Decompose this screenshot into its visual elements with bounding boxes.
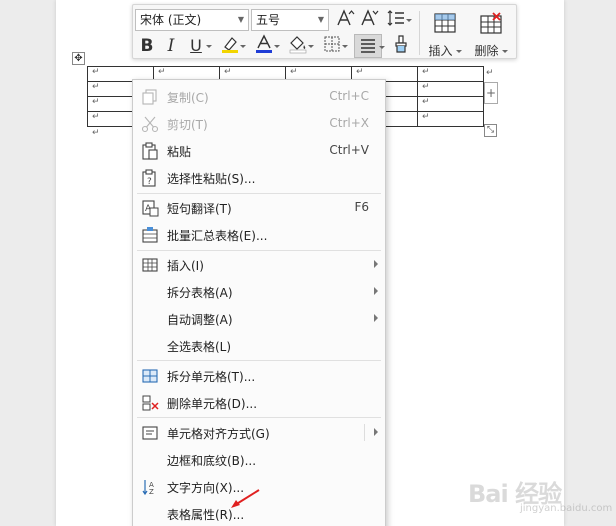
highlight-button[interactable]: [218, 34, 246, 58]
menu-separator: [137, 360, 381, 361]
scissors-icon: [141, 116, 159, 133]
menu-item-copy[interactable]: 复制(C) Ctrl+C: [133, 83, 385, 110]
batch-summary-icon: [142, 227, 158, 243]
svg-text:Z: Z: [149, 488, 154, 496]
submenu-arrow-icon: [374, 428, 378, 436]
menu-item-shortcut: Ctrl+C: [329, 89, 369, 103]
svg-text:?: ?: [147, 177, 152, 187]
menu-item-batch-summary[interactable]: 批量汇总表格(E)...: [133, 221, 385, 248]
annotation-arrow-icon: [231, 489, 260, 508]
menu-item-shortcut: F6: [354, 200, 369, 214]
menu-item-select-table[interactable]: 全选表格(L): [133, 332, 385, 359]
paste-icon: [142, 142, 158, 160]
menu-separator: [137, 417, 381, 418]
mini-toolbar: 宋体 (正文) ▼ 五号 ▼ B I U 插入 删除: [132, 4, 517, 59]
insert-label: 插入: [423, 42, 467, 59]
text-direction-icon: A Z: [142, 480, 154, 496]
delete-cells-icon: [142, 395, 159, 411]
table-insert-icon: [434, 13, 456, 33]
menu-item-label: 复制(C): [167, 91, 209, 105]
menu-item-label: 剪切(T): [167, 118, 208, 132]
underline-button[interactable]: U: [184, 34, 212, 58]
table-cell[interactable]: ↵: [417, 96, 484, 112]
menu-item-label: 拆分表格(A): [167, 286, 233, 300]
menu-item-label: 自动调整(A): [167, 313, 233, 327]
menu-item-paste[interactable]: 粘贴 Ctrl+V: [133, 137, 385, 164]
borders-button[interactable]: [320, 34, 348, 58]
menu-item-shortcut: Ctrl+V: [329, 143, 369, 157]
menu-item-delete-cells[interactable]: 删除单元格(D)...: [133, 389, 385, 416]
menu-item-label: 短句翻译(T): [167, 202, 232, 216]
menu-item-borders-shading[interactable]: 边框和底纹(B)...: [133, 446, 385, 473]
cell-alignment-icon: [142, 426, 158, 440]
context-menu: 复制(C) Ctrl+C 剪切(T) Ctrl+X 粘贴 Ctrl+V ? 选择…: [132, 79, 386, 526]
menu-item-label: 删除单元格(D)...: [167, 397, 258, 411]
menu-item-insert[interactable]: 插入(I): [133, 251, 385, 278]
grow-font-button[interactable]: [334, 8, 358, 32]
menu-item-auto-fit[interactable]: 自动调整(A): [133, 305, 385, 332]
delete-label: 删除: [469, 42, 513, 59]
border-grid-icon: [324, 36, 340, 52]
table-cell[interactable]: ↵: [417, 111, 484, 127]
menu-item-label: 粘贴: [167, 145, 192, 159]
menu-item-label: 插入(I): [167, 259, 204, 273]
shading-button[interactable]: [286, 34, 314, 58]
translate-icon: A: [142, 200, 159, 217]
chevron-down-icon: ▼: [237, 15, 244, 24]
table-move-handle[interactable]: ✥: [72, 52, 85, 65]
submenu-arrow-icon: [374, 314, 378, 322]
align-center-icon: [361, 39, 375, 53]
chevron-down-icon: ▼: [317, 15, 324, 24]
align-button[interactable]: [354, 34, 385, 58]
paint-bucket-icon: [289, 36, 307, 54]
menu-item-translate[interactable]: A 短句翻译(T) F6: [133, 194, 385, 221]
menu-item-label: 选择性粘贴(S)...: [167, 172, 256, 186]
submenu-arrow-icon: [374, 260, 378, 268]
table-delete-icon: [480, 12, 502, 34]
table-cell[interactable]: ↵: [417, 66, 484, 82]
paragraph-mark: ↵: [486, 68, 494, 78]
paragraph-mark: ↵: [92, 128, 100, 138]
menu-item-label: 边框和底纹(B)...: [167, 454, 257, 468]
menu-item-paste-special[interactable]: ? 选择性粘贴(S)...: [133, 164, 385, 191]
format-painter-button[interactable]: [389, 34, 413, 58]
submenu-arrow-icon: [374, 287, 378, 295]
menu-item-shortcut: Ctrl+X: [329, 116, 369, 130]
menu-item-cut[interactable]: 剪切(T) Ctrl+X: [133, 110, 385, 137]
delete-button[interactable]: 删除: [469, 9, 513, 59]
menu-item-label: 单元格对齐方式(G): [167, 427, 270, 441]
menu-item-split-cells[interactable]: 拆分单元格(T)...: [133, 362, 385, 389]
font-color-icon: [256, 34, 272, 53]
paste-special-icon: ?: [142, 169, 156, 187]
line-spacing-button[interactable]: [384, 8, 412, 32]
line-spacing-icon: [387, 10, 404, 26]
menu-item-label: 拆分单元格(T)...: [167, 370, 256, 384]
highlighter-icon: [222, 37, 238, 53]
font-name-select[interactable]: 宋体 (正文) ▼: [135, 9, 249, 31]
italic-button[interactable]: I: [159, 34, 183, 58]
font-size-value: 五号: [256, 13, 281, 27]
format-painter-icon: [395, 35, 407, 53]
menu-item-split-table[interactable]: 拆分表格(A): [133, 278, 385, 305]
shrink-font-icon: [361, 9, 379, 26]
watermark-url: jingyan.baidu.com: [520, 503, 613, 514]
font-size-select[interactable]: 五号 ▼: [251, 9, 329, 31]
submenu-divider: [364, 424, 365, 441]
split-cells-icon: [142, 369, 158, 383]
add-column-button[interactable]: +: [484, 82, 498, 104]
table-cell[interactable]: ↵: [417, 81, 484, 97]
table-resize-handle[interactable]: ⤡: [484, 124, 497, 137]
bold-button[interactable]: B: [135, 34, 159, 58]
grow-font-icon: [337, 9, 355, 26]
font-name-value: 宋体 (正文): [140, 13, 202, 27]
menu-item-label: 批量汇总表格(E)...: [167, 229, 268, 243]
table-insert-icon: [142, 258, 158, 272]
menu-item-cell-alignment[interactable]: 单元格对齐方式(G): [133, 419, 385, 446]
menu-item-label: 全选表格(L): [167, 340, 232, 354]
toolbar-separator: [419, 11, 420, 55]
font-color-button[interactable]: [252, 34, 280, 58]
insert-button[interactable]: 插入: [423, 9, 467, 59]
shrink-font-button[interactable]: [358, 8, 382, 32]
copy-icon: [142, 89, 157, 105]
